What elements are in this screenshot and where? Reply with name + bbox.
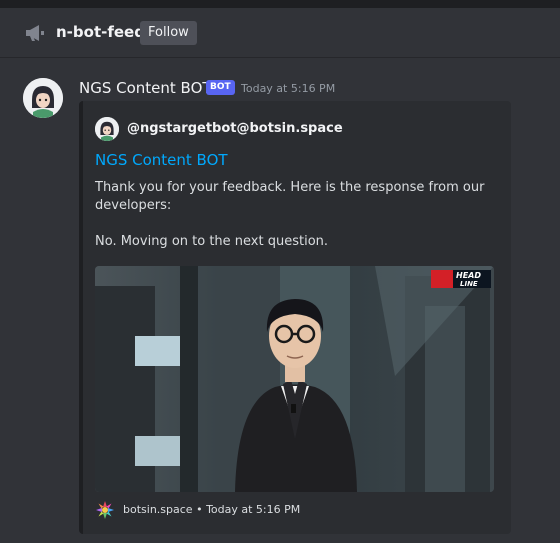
channel-header: n-bot-feed Follow xyxy=(0,8,560,58)
embed-title-link[interactable]: NGS Content BOT xyxy=(95,150,228,170)
message-timestamp[interactable]: Today at 5:16 PM xyxy=(241,82,335,96)
headline-badge-line2: LINE xyxy=(460,280,478,288)
mastodon-instance-icon xyxy=(96,501,114,519)
bot-avatar-icon xyxy=(23,78,63,118)
channel-name[interactable]: n-bot-feed xyxy=(56,21,145,43)
message-author[interactable]: NGS Content BOT xyxy=(79,78,212,98)
author-avatar[interactable] xyxy=(23,78,63,118)
follow-button[interactable]: Follow xyxy=(140,21,197,45)
bot-avatar-small-icon xyxy=(95,117,119,141)
embed-author-name[interactable]: @ngstargetbot@botsin.space xyxy=(127,121,343,137)
headline-badge-line1: HEAD xyxy=(456,271,481,280)
embed-image[interactable]: HEAD LINE xyxy=(95,266,494,492)
embed-footer: botsin.space • Today at 5:16 PM xyxy=(123,503,300,517)
footer-site: botsin.space xyxy=(123,503,193,516)
news-anchor-image: HEAD LINE xyxy=(95,266,494,492)
bot-tag-badge: BOT xyxy=(206,80,235,95)
footer-time: Today at 5:16 PM xyxy=(206,503,301,516)
embed-author-avatar[interactable] xyxy=(95,117,119,141)
window-top-strip xyxy=(0,0,560,8)
megaphone-icon xyxy=(26,25,44,41)
embed-description: Thank you for your feedback. Here is the… xyxy=(95,180,485,249)
footer-separator: • xyxy=(196,503,203,516)
